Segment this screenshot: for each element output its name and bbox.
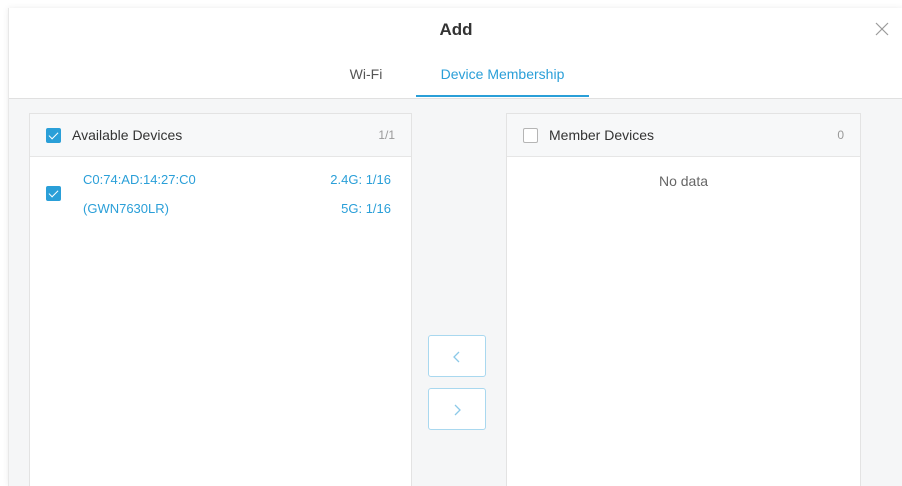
device-model: (GWN7630LR) [83, 201, 169, 216]
member-devices-panel: Member Devices 0 No data [506, 113, 861, 486]
select-all-available-checkbox[interactable] [46, 128, 61, 143]
chevron-left-icon [453, 351, 460, 363]
list-item[interactable]: C0:74:AD:14:27:C0 (GWN7630LR) 2.4G: 1/16… [30, 164, 411, 224]
tab-wifi[interactable]: Wi-Fi [336, 66, 396, 97]
chevron-right-icon [454, 404, 461, 416]
available-devices-count: 1/1 [378, 128, 395, 142]
member-devices-header: Member Devices 0 [507, 114, 860, 157]
device-24g-usage: 2.4G: 1/16 [330, 172, 391, 187]
dialog-title: Add [439, 20, 473, 39]
available-devices-panel: Available Devices 1/1 C0:74:AD:14:27:C0 … [29, 113, 412, 486]
transfer-area: Available Devices 1/1 C0:74:AD:14:27:C0 … [9, 99, 902, 486]
device-5g-usage: 5G: 1/16 [341, 201, 391, 216]
add-dialog: Add Wi-Fi Device Membership Available De… [8, 8, 902, 486]
move-right-button[interactable] [428, 388, 486, 430]
available-devices-title: Available Devices [72, 127, 183, 143]
member-devices-count: 0 [837, 128, 844, 142]
tab-device-membership[interactable]: Device Membership [416, 66, 589, 97]
move-left-button[interactable] [428, 335, 486, 377]
tab-bar: Wi-Fi Device Membership [9, 60, 902, 99]
close-icon[interactable] [875, 22, 889, 36]
available-devices-header: Available Devices 1/1 [30, 114, 411, 157]
device-mac: C0:74:AD:14:27:C0 [83, 172, 196, 187]
select-all-member-checkbox[interactable] [523, 128, 538, 143]
empty-state-text: No data [658, 173, 709, 189]
device-checkbox[interactable] [46, 186, 61, 201]
member-devices-title: Member Devices [549, 127, 655, 143]
